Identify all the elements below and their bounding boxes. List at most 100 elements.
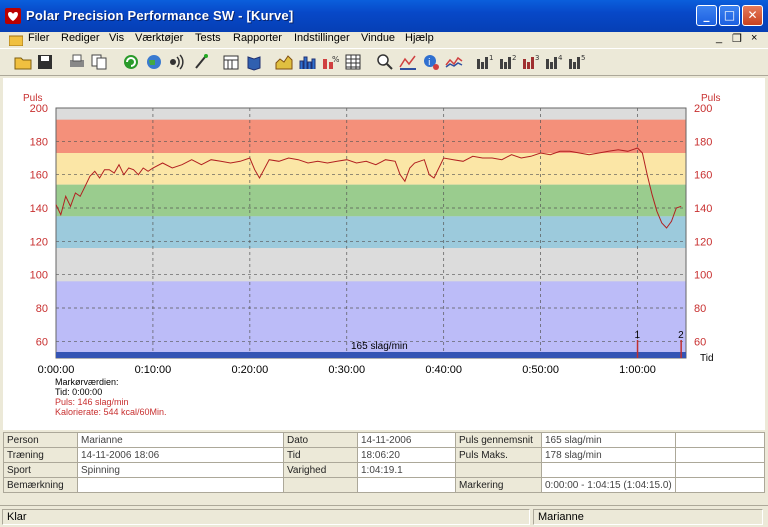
info-value xyxy=(77,477,284,493)
info-value: 165 slag/min xyxy=(541,432,676,448)
bar-chart-4-icon[interactable]: 4 xyxy=(545,53,563,71)
info-value: 178 slag/min xyxy=(541,447,676,463)
x-tick-label: 1:00:00 xyxy=(619,364,656,376)
bar-chart-1-icon[interactable]: 1 xyxy=(476,53,494,71)
book-icon[interactable] xyxy=(245,53,263,71)
area-chart-icon[interactable] xyxy=(275,53,293,71)
info-label: Puls Maks. xyxy=(455,447,542,463)
percent-chart-icon[interactable]: % xyxy=(321,53,339,71)
y-tick-label-right: 140 xyxy=(694,203,712,215)
y-tick-label-right: 60 xyxy=(694,336,706,348)
menu-indstillinger[interactable]: Indstillinger xyxy=(294,32,350,44)
heart-zone-band xyxy=(56,184,686,217)
heart-zone-band xyxy=(56,153,686,185)
info-value xyxy=(357,477,456,493)
mdi-minimize-button[interactable]: _ xyxy=(716,32,722,44)
x-tick-label: 0:50:00 xyxy=(522,364,559,376)
info-label: Træning xyxy=(3,447,78,463)
svg-text:2: 2 xyxy=(512,54,516,62)
menu-tests[interactable]: Tests xyxy=(195,32,221,44)
print-icon[interactable] xyxy=(68,53,86,71)
bar-chart-2-icon[interactable]: 2 xyxy=(499,53,517,71)
svg-text:4: 4 xyxy=(558,54,563,62)
y-tick-label-left: 140 xyxy=(30,203,48,215)
menu-vaerktoejer[interactable]: Værktøjer xyxy=(135,32,183,44)
mdi-restore-button[interactable]: ❐ xyxy=(732,32,742,45)
info-label: Sport xyxy=(3,462,78,478)
minimize-button[interactable]: _ xyxy=(696,5,717,26)
close-button[interactable]: ✕ xyxy=(742,5,763,26)
wand-icon[interactable] xyxy=(192,53,210,71)
readout-pulse: Puls: 146 slag/min xyxy=(55,397,129,407)
bar-chart-5-icon[interactable]: 5 xyxy=(568,53,586,71)
open-folder-icon[interactable] xyxy=(14,53,32,71)
menu-bar: Filer Rediger Vis Værktøjer Tests Rappor… xyxy=(0,32,768,47)
info-label: Bemærkning xyxy=(3,477,78,493)
heart-rate-chart[interactable]: 2001801601401201008060 20018016014012010… xyxy=(3,78,765,430)
x-tick-label: 0:30:00 xyxy=(328,364,365,376)
mdi-close-button[interactable]: × xyxy=(751,32,757,44)
info-label xyxy=(283,477,358,493)
info-row: Sport Spinning Varighed 1:04:19.1 xyxy=(3,462,766,478)
y-tick-label-left: 60 xyxy=(36,336,48,348)
y-tick-label-right: 100 xyxy=(694,270,712,282)
info-label xyxy=(455,462,542,478)
info-value: 14-11-2006 xyxy=(357,432,456,448)
maximize-button[interactable]: □ xyxy=(719,5,740,26)
sound-icon[interactable] xyxy=(168,53,186,71)
svg-text:1: 1 xyxy=(489,54,493,62)
info-icon[interactable]: i xyxy=(422,53,440,71)
info-value: Spinning xyxy=(77,462,284,478)
globe-icon[interactable] xyxy=(145,53,163,71)
heart-zone-band xyxy=(56,216,686,248)
compare-curves-icon[interactable] xyxy=(445,53,463,71)
svg-text:5: 5 xyxy=(581,54,585,62)
x-tick-label: 0:00:00 xyxy=(38,364,75,376)
status-text: Klar xyxy=(2,509,530,525)
y-tick-label-left: 200 xyxy=(30,103,48,115)
menu-vindue[interactable]: Vindue xyxy=(361,32,395,44)
y-tick-label-right: 200 xyxy=(694,103,712,115)
info-value: 0:00:00 - 1:04:15 (1:04:15.0) xyxy=(541,477,676,493)
title-bar: Polar Precision Performance SW - [Kurve]… xyxy=(0,0,768,32)
y-tick-label-right: 120 xyxy=(694,236,712,248)
histogram-icon[interactable] xyxy=(298,53,316,71)
save-icon[interactable] xyxy=(36,53,54,71)
bar-chart-3-icon[interactable]: 3 xyxy=(522,53,540,71)
zoom-icon[interactable] xyxy=(376,53,394,71)
copy-icon[interactable] xyxy=(90,53,108,71)
curve-analysis-icon[interactable] xyxy=(399,53,417,71)
menu-rediger[interactable]: Rediger xyxy=(61,32,100,44)
info-value xyxy=(674,432,766,448)
refresh-icon[interactable] xyxy=(122,53,140,71)
y-tick-label-left: 180 xyxy=(30,136,48,148)
y-tick-label-left: 160 xyxy=(30,170,48,182)
y-tick-label-right: 80 xyxy=(694,303,706,315)
menu-filer[interactable]: Filer xyxy=(28,32,49,44)
info-value: Marianne xyxy=(77,432,284,448)
heart-zone-band xyxy=(56,248,686,282)
menu-rapporter[interactable]: Rapporter xyxy=(233,32,282,44)
readout-calories: Kalorierate: 544 kcal/60Min. xyxy=(55,407,167,417)
info-row: Træning 14-11-2006 18:06 Tid 18:06:20 Puls M… xyxy=(3,447,766,463)
toolbar: % i 1 2 3 4 5 xyxy=(0,48,768,76)
calendar-icon[interactable] xyxy=(222,53,240,71)
menu-vis[interactable]: Vis xyxy=(109,32,124,44)
heart-zone-band xyxy=(56,119,686,153)
info-value xyxy=(541,462,676,478)
y-axis-label-left: Puls xyxy=(23,93,42,104)
window-title: Polar Precision Performance SW - [Kurve] xyxy=(26,8,294,23)
x-tick-label: 0:20:00 xyxy=(231,364,268,376)
status-user: Marianne xyxy=(533,509,763,525)
average-label: 165 slag/min xyxy=(351,341,408,352)
heart-app-icon xyxy=(5,8,21,24)
status-bar: Klar Marianne xyxy=(0,505,768,527)
readout-title: Markørværdien: xyxy=(55,377,119,387)
table-grid-icon[interactable] xyxy=(344,53,362,71)
info-label: Person xyxy=(3,432,78,448)
info-label: Varighed xyxy=(283,462,358,478)
y-tick-label-left: 100 xyxy=(30,270,48,282)
menu-hjaelp[interactable]: Hjælp xyxy=(405,32,434,44)
info-value xyxy=(674,462,766,478)
info-label: Dato xyxy=(283,432,358,448)
